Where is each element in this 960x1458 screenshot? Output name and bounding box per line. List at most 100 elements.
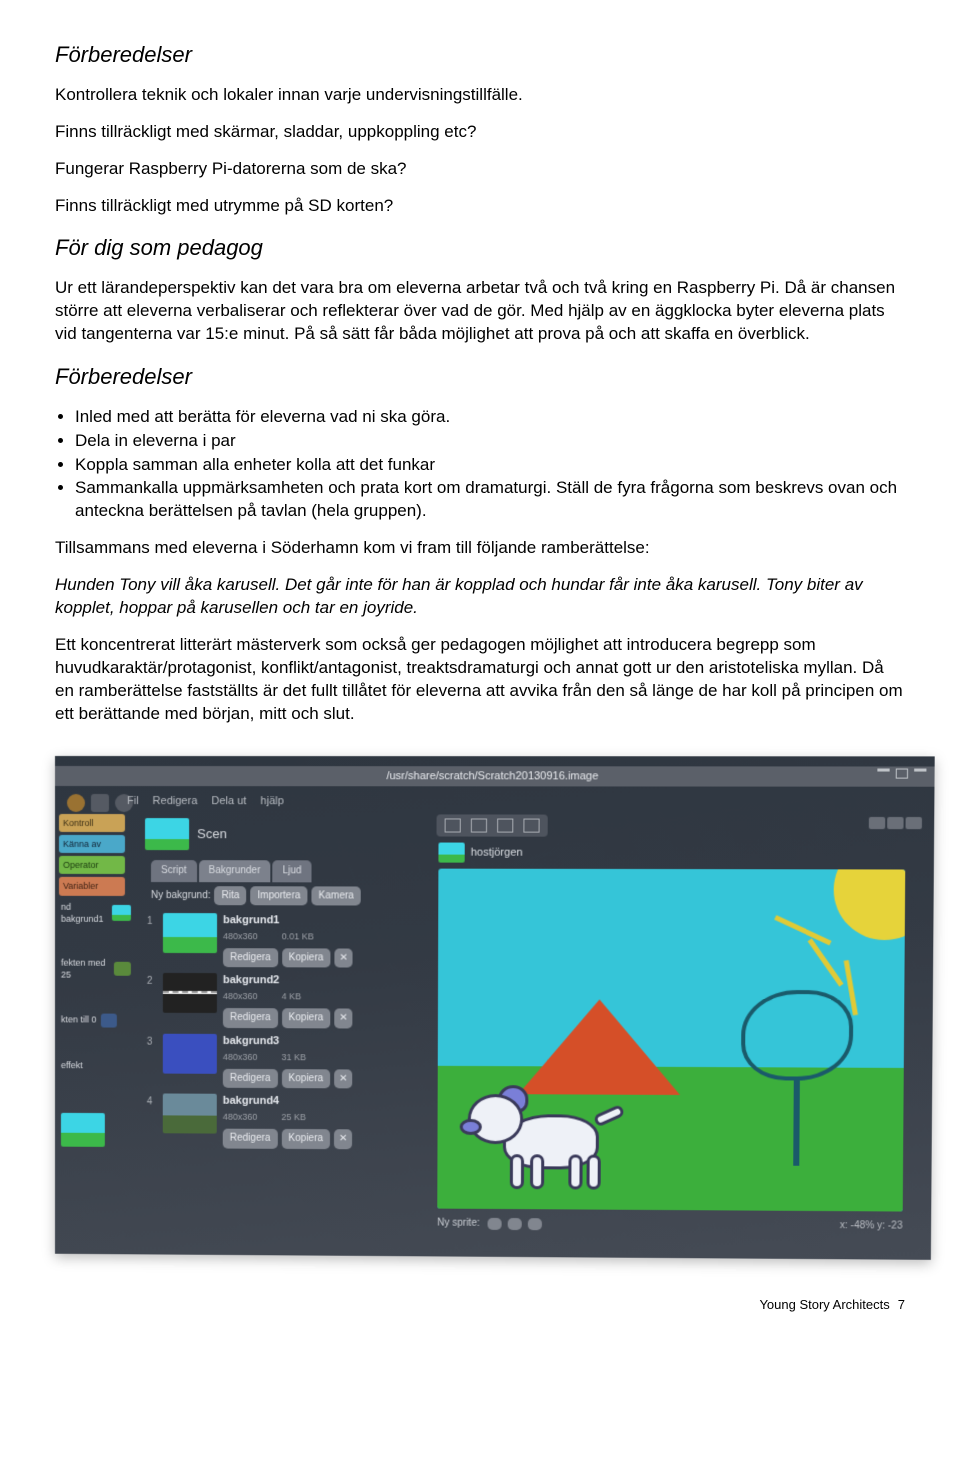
sprite-thumb-icon[interactable] xyxy=(438,842,464,862)
close-icon[interactable] xyxy=(914,768,926,771)
bg-thumb-icon[interactable] xyxy=(163,1034,217,1074)
background-row[interactable]: 4 bakgrund4 480x36025 KB Redigera Kopier… xyxy=(147,1094,418,1150)
grow-icon[interactable] xyxy=(497,818,513,832)
background-row[interactable]: 1 bakgrund1 480x360 0.01 KB Redigera Kopi… xyxy=(147,913,418,968)
delete-bg-icon[interactable]: ✕ xyxy=(334,1130,353,1150)
stage-panel: Scen Script Bakgrunder Ljud Ny bakgrund:… xyxy=(137,814,419,1149)
menu-redigera[interactable]: Redigera xyxy=(153,794,198,809)
page-footer: Young Story Architects 7 xyxy=(55,1296,905,1314)
thumb-icon xyxy=(61,1112,105,1146)
delete-bg-icon[interactable]: ✕ xyxy=(334,1069,353,1089)
kopiera-button[interactable]: Kopiera xyxy=(282,1009,331,1029)
kopiera-button[interactable]: Kopiera xyxy=(281,1129,330,1149)
bg-size: 0.01 KB xyxy=(282,930,314,942)
footer-title: Young Story Architects xyxy=(759,1296,889,1314)
background-row[interactable]: 2 bakgrund2 480x3604 KB Redigera Kopiera… xyxy=(147,973,418,1028)
view-presentation-icon[interactable] xyxy=(906,817,922,829)
maximize-icon[interactable] xyxy=(896,768,908,778)
redigera-button[interactable]: Redigera xyxy=(223,1129,278,1149)
view-medium-icon[interactable] xyxy=(887,817,903,829)
block-label: fekten med 25 xyxy=(61,957,110,981)
menu-dela[interactable]: Dela ut xyxy=(211,794,246,809)
stage-thumb-icon[interactable] xyxy=(145,818,189,850)
palette-block[interactable]: nd bakgrund1 xyxy=(61,901,131,925)
scratch-screenshot: /usr/share/scratch/Scratch20130916.image… xyxy=(55,756,905,1256)
bg-thumb-icon[interactable] xyxy=(163,913,217,953)
tab-script[interactable]: Script xyxy=(151,860,197,882)
canvas-tree xyxy=(740,990,853,1166)
category-kontroll[interactable]: Kontroll xyxy=(59,814,125,832)
section1-line2: Finns tillräckligt med skärmar, sladdar,… xyxy=(55,121,905,144)
sprite-header: hostjörgen xyxy=(438,842,522,862)
rita-button[interactable]: Rita xyxy=(215,886,247,906)
palette-block[interactable]: fekten med 25 xyxy=(61,957,131,981)
shrink-icon[interactable] xyxy=(523,818,539,832)
delete-bg-icon[interactable]: ✕ xyxy=(334,948,353,968)
category-kanna-av[interactable]: Känna av xyxy=(59,835,125,853)
list-item: Inled med att berätta för eleverna vad n… xyxy=(75,406,905,429)
surprise-sprite-icon[interactable] xyxy=(528,1218,542,1230)
palette-block[interactable]: kten till 0 xyxy=(61,1013,131,1027)
block-palette: nd bakgrund1 fekten med 25 kten till 0 e… xyxy=(55,901,131,1147)
bg-thumb-icon[interactable] xyxy=(163,973,217,1013)
tab-bakgrunder[interactable]: Bakgrunder xyxy=(199,860,271,882)
block-label: nd bakgrund1 xyxy=(61,901,108,925)
window-controls[interactable] xyxy=(877,768,926,778)
bg-thumb-icon[interactable] xyxy=(163,1094,217,1134)
bg-number: 2 xyxy=(147,973,157,988)
tab-ljud[interactable]: Ljud xyxy=(273,860,312,882)
new-sprite-label: Ny sprite: xyxy=(437,1216,480,1230)
window-titlebar: /usr/share/scratch/Scratch20130916.image xyxy=(55,766,935,787)
heading-pedagog: För dig som pedagog xyxy=(55,233,905,263)
canvas-dog xyxy=(468,1079,630,1190)
redigera-button[interactable]: Redigera xyxy=(223,1008,278,1028)
bg-name: bakgrund1 xyxy=(223,913,353,928)
kopiera-button[interactable]: Kopiera xyxy=(282,1069,331,1089)
stage-tabs: Script Bakgrunder Ljud xyxy=(151,860,418,882)
section2-body: Ur ett lärandeperspektiv kan det vara br… xyxy=(55,277,905,346)
choose-sprite-icon[interactable] xyxy=(508,1218,522,1230)
save-icon[interactable] xyxy=(91,794,109,812)
footer-page-number: 7 xyxy=(898,1296,905,1314)
new-bg-label: Ny bakgrund: xyxy=(151,888,211,902)
bg-dims: 480x360 xyxy=(223,930,258,942)
background-row[interactable]: 3 bakgrund3 480x36031 KB Redigera Kopier… xyxy=(147,1034,418,1090)
cut-icon[interactable] xyxy=(471,818,487,832)
menu-fil[interactable]: Fil xyxy=(127,794,139,809)
edit-toolbar xyxy=(437,814,548,836)
delete-bg-icon[interactable]: ✕ xyxy=(334,1009,353,1029)
section1-line4: Finns tillräckligt med utrymme på SD kor… xyxy=(55,195,905,218)
view-mode-toggle[interactable] xyxy=(869,817,922,829)
list-item: Sammankalla uppmärksamheten och prata ko… xyxy=(75,477,905,523)
menu-hjalp[interactable]: hjälp xyxy=(260,794,283,809)
bg-number: 3 xyxy=(147,1034,157,1049)
scratch-logo-icon[interactable] xyxy=(67,794,85,812)
stamp-icon[interactable] xyxy=(445,818,461,832)
stage-canvas[interactable] xyxy=(437,868,905,1211)
bg-number: 1 xyxy=(147,913,157,928)
list-item: Koppla samman alla enheter kolla att det… xyxy=(75,454,905,477)
block-value xyxy=(100,1013,116,1027)
section1-line1: Kontrollera teknik och lokaler innan var… xyxy=(55,84,905,107)
importera-button[interactable]: Importera xyxy=(250,886,307,906)
minimize-icon[interactable] xyxy=(877,768,889,771)
menu-bar: Fil Redigera Dela ut hjälp xyxy=(127,794,284,809)
canvas-sunray xyxy=(774,915,831,945)
category-operator[interactable]: Operator xyxy=(59,856,125,874)
stage-label: Scen xyxy=(197,825,227,843)
paint-sprite-icon[interactable] xyxy=(488,1218,502,1230)
block-swatch xyxy=(112,905,131,921)
redigera-button[interactable]: Redigera xyxy=(223,1069,278,1089)
palette-block[interactable]: effekt xyxy=(61,1059,131,1071)
kopiera-button[interactable]: Kopiera xyxy=(282,948,331,968)
bg-number: 4 xyxy=(147,1094,157,1109)
bg-dims: 480x360 xyxy=(223,1051,258,1063)
redigera-button[interactable]: Redigera xyxy=(223,948,278,968)
bg-size: 25 KB xyxy=(281,1111,306,1123)
category-variabler[interactable]: Variabler xyxy=(59,877,125,895)
kamera-button[interactable]: Kamera xyxy=(312,886,361,906)
view-small-icon[interactable] xyxy=(869,817,885,829)
palette-thumb[interactable] xyxy=(61,1112,131,1146)
stage-header: Scen xyxy=(137,814,418,854)
bg-size: 4 KB xyxy=(282,990,302,1002)
